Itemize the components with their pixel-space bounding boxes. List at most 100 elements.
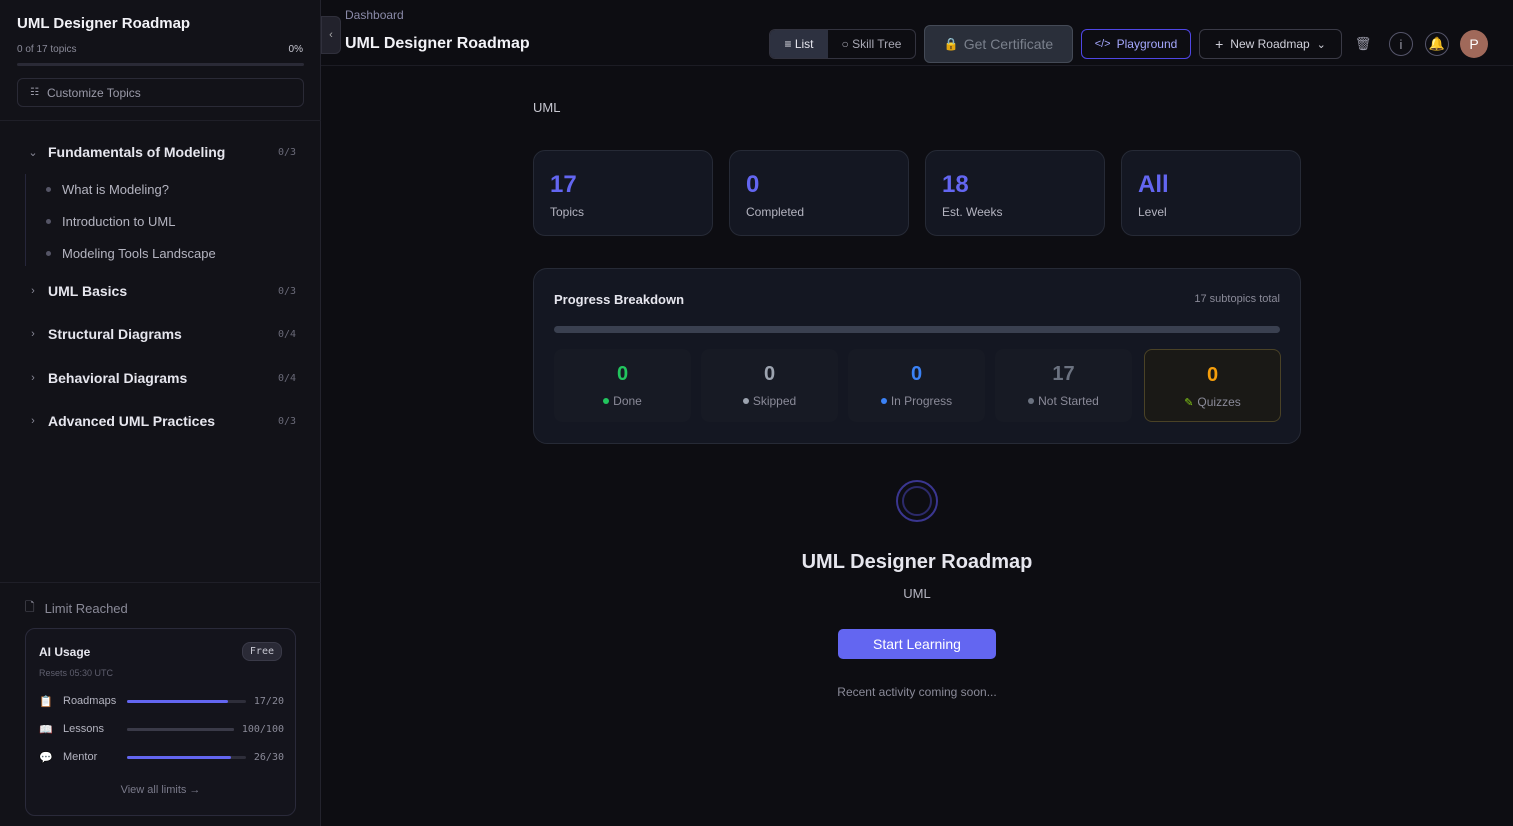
start-learning-button[interactable]: Start Learning — [838, 629, 996, 659]
usage-row-roadmaps: 📋 Roadmaps 17/20 — [39, 693, 284, 709]
section-count: 0/4 — [277, 328, 296, 340]
bullet-icon — [46, 250, 51, 256]
stat-card-topics: 17 Topics — [533, 150, 713, 236]
new-roadmap-button[interactable]: + New Roadmap ⌄ — [1199, 29, 1342, 59]
category-label: UML — [533, 100, 561, 115]
bell-icon[interactable]: 🔔 — [1425, 32, 1449, 56]
section-advanced-uml-practices[interactable]: › Advanced UML Practices 0/3 — [0, 406, 321, 436]
get-certificate-button[interactable]: 🔒 Get Certificate — [924, 25, 1073, 63]
progress-percent: 0% — [288, 44, 303, 55]
breakdown-label: Not Started — [1038, 394, 1099, 408]
page-title: UML Designer Roadmap — [345, 35, 530, 52]
section-behavioral-diagrams[interactable]: › Behavioral Diagrams 0/4 — [0, 363, 321, 393]
breadcrumb[interactable]: Dashboard — [345, 8, 404, 22]
playground-button[interactable]: </> Playground — [1081, 29, 1191, 59]
breakdown-in-progress: 0 In Progress — [848, 349, 985, 422]
usage-row-lessons: 📖 Lessons 100/100 — [39, 721, 284, 737]
stat-value: 18 — [942, 171, 969, 198]
subtopic-item[interactable]: Introduction to UML — [46, 209, 175, 233]
usage-bar — [127, 727, 234, 731]
breakdown-done: 0 Done — [554, 349, 691, 422]
breakdown-skipped: 0 Skipped — [701, 349, 838, 422]
breakdown-not-started: 17 Not Started — [995, 349, 1132, 422]
pencil-icon: ✎ — [1184, 396, 1194, 409]
breakdown-label: Done — [613, 394, 642, 408]
usage-fill — [127, 727, 234, 731]
subtopic-label: Modeling Tools Landscape — [62, 245, 216, 261]
limit-reached-notice: 🗋 Limit Reached — [25, 598, 128, 619]
stat-card-completed: 0 Completed — [729, 150, 909, 236]
usage-title: AI Usage — [39, 645, 91, 659]
info-icon[interactable]: i — [1389, 32, 1413, 56]
chevron-right-icon: › — [31, 285, 35, 297]
plus-icon: + — [1215, 36, 1224, 52]
breakdown-label-row: Done — [554, 394, 691, 408]
breakdown-total: 17 subtopics total — [1194, 293, 1280, 305]
breakdown-label: In Progress — [890, 394, 953, 408]
limit-label: Limit Reached — [44, 601, 128, 616]
section-structural-diagrams[interactable]: › Structural Diagrams 0/4 — [0, 319, 321, 349]
section-uml-basics[interactable]: › UML Basics 0/3 — [0, 276, 321, 306]
chevron-right-icon: › — [31, 415, 35, 427]
customize-topics-button[interactable]: ☷ Customize Topics — [17, 78, 304, 107]
view-toggle: ≡ List ○ Skill Tree — [769, 29, 916, 59]
section-count: 0/3 — [277, 415, 296, 427]
stat-card-est-weeks: 18 Est. Weeks — [925, 150, 1105, 236]
certificate-label: Get Certificate — [963, 36, 1054, 52]
list-view-button[interactable]: ≡ List — [770, 30, 828, 58]
bullet-icon — [46, 218, 51, 224]
breakdown-value: 0 — [1206, 364, 1219, 386]
breakdown-quizzes[interactable]: 0 ✎ Quizzes — [1144, 349, 1281, 422]
playground-label: Playground — [1116, 37, 1178, 51]
breakdown-value: 0 — [616, 363, 629, 385]
usage-label: Mentor — [63, 751, 98, 763]
bullet-icon — [46, 186, 51, 192]
sidebar: UML Designer Roadmap 0 of 17 topics 0% ☷… — [0, 0, 321, 826]
breakdown-label-row: Not Started — [995, 394, 1132, 408]
breakdown-value: 17 — [1052, 363, 1075, 385]
app-root: UML Designer Roadmap 0 of 17 topics 0% ☷… — [0, 0, 1513, 826]
code-icon: </> — [1094, 38, 1111, 50]
section-count: 0/3 — [277, 146, 296, 158]
sliders-icon: ☷ — [30, 87, 39, 98]
avatar[interactable]: P — [1460, 30, 1488, 58]
breakdown-label-row: Skipped — [701, 394, 838, 408]
section-label: Fundamentals of Modeling — [48, 144, 226, 160]
lock-icon: 🔒 — [943, 37, 959, 51]
trash-icon[interactable]: 🗑 — [1351, 32, 1375, 56]
subtopic-label: Introduction to UML — [62, 213, 176, 229]
roadmap-title: UML Designer Roadmap — [801, 551, 1033, 573]
clipboard-icon: 📋 — [39, 695, 53, 708]
status-dot-icon — [1028, 398, 1035, 404]
subtopic-item[interactable]: What is Modeling? — [46, 177, 169, 201]
skill-tree-view-button[interactable]: ○ Skill Tree — [828, 30, 915, 58]
usage-bar — [127, 755, 246, 759]
chevron-right-icon: › — [31, 372, 35, 384]
usage-value: 17/20 — [253, 695, 284, 707]
collapse-sidebar-button[interactable]: ‹ — [321, 16, 341, 54]
ai-usage-card: AI Usage Free Resets 05:30 UTC 📋 Roadmap… — [25, 628, 296, 816]
stat-value: All — [1138, 171, 1169, 198]
breakdown-label: Quizzes — [1197, 395, 1241, 409]
usage-value: 26/30 — [253, 751, 284, 763]
section-count: 0/4 — [277, 372, 296, 384]
view-all-limits-link[interactable]: View all limits → — [26, 784, 295, 796]
usage-fill — [127, 699, 229, 703]
usage-label: Lessons — [63, 723, 104, 735]
topic-count: 0 of 17 topics — [17, 44, 77, 55]
stat-value: 0 — [746, 171, 760, 198]
divider — [0, 120, 321, 121]
section-fundamentals-of-modeling[interactable]: ⌄ Fundamentals of Modeling 0/3 — [0, 137, 321, 167]
subtopic-label: What is Modeling? — [62, 181, 169, 197]
section-count: 0/3 — [277, 285, 296, 297]
customize-topics-label: Customize Topics — [46, 85, 141, 100]
stat-card-level: All Level — [1121, 150, 1301, 236]
sidebar-title: UML Designer Roadmap — [17, 15, 191, 32]
status-dot-icon — [880, 398, 887, 404]
speech-bubble-icon: 💬 — [39, 751, 53, 764]
subtopic-connector — [25, 174, 26, 266]
status-dot-icon — [742, 398, 749, 404]
chevron-down-icon: ⌄ — [28, 146, 38, 159]
chevron-left-icon: ‹ — [329, 29, 333, 41]
subtopic-item[interactable]: Modeling Tools Landscape — [46, 241, 216, 265]
